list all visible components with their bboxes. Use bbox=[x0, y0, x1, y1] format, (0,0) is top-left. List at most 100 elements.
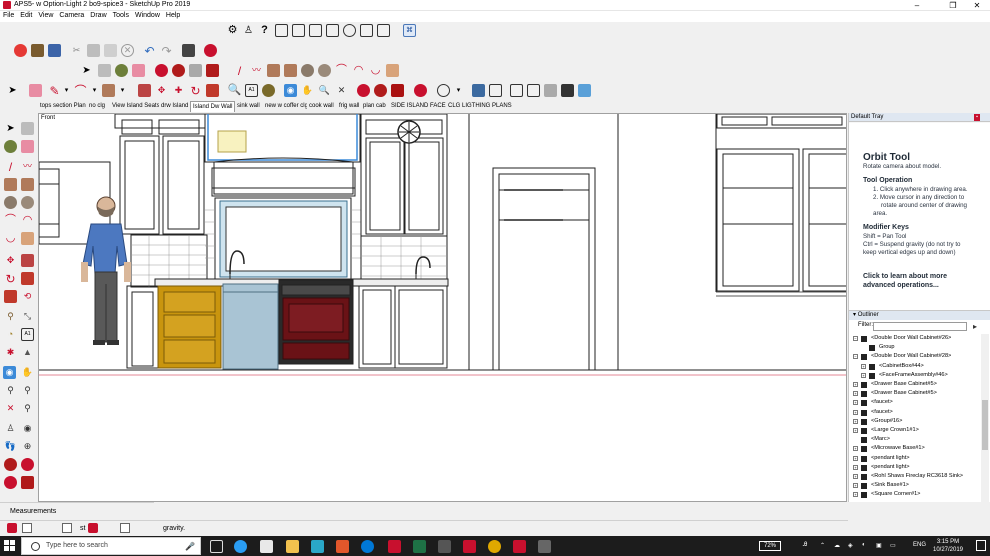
app-l-icon[interactable] bbox=[311, 540, 324, 553]
speaker-icon[interactable]: ▣ bbox=[876, 542, 882, 549]
2pt-arc-icon[interactable]: ◠ bbox=[352, 64, 365, 77]
circle-icon[interactable] bbox=[301, 64, 314, 77]
app-orange-icon[interactable] bbox=[336, 540, 349, 553]
rotated-rectangle-icon[interactable] bbox=[21, 178, 34, 191]
tape-measure-icon[interactable]: ⚲ bbox=[4, 310, 17, 323]
model-info-icon[interactable] bbox=[204, 44, 217, 57]
excel-icon[interactable] bbox=[413, 540, 426, 553]
battery-indicator[interactable]: 72% bbox=[759, 541, 781, 551]
outliner-options-icon[interactable]: ▸ bbox=[973, 322, 977, 331]
axes-icon[interactable]: ✱ bbox=[4, 346, 17, 359]
windows-start-icon[interactable] bbox=[4, 540, 15, 551]
select-icon[interactable]: ➤ bbox=[6, 84, 19, 97]
tab-scene-10[interactable]: plan cab bbox=[361, 101, 388, 112]
gear-icon[interactable]: ⚙ bbox=[226, 24, 239, 37]
push-pull-icon[interactable] bbox=[21, 254, 34, 267]
warehouse-icon[interactable] bbox=[414, 84, 427, 97]
outliner-header[interactable]: ▾ Outliner bbox=[849, 311, 990, 320]
task-view-icon[interactable] bbox=[210, 540, 223, 553]
ruby-icon-2[interactable] bbox=[172, 64, 185, 77]
3pt-arc-icon[interactable]: ◡ bbox=[4, 232, 17, 245]
expand-toggle-icon[interactable]: + bbox=[853, 474, 858, 479]
tab-scene-7[interactable]: new w coffer clg bbox=[263, 101, 310, 112]
expand-toggle-icon[interactable]: + bbox=[853, 446, 858, 452]
people-icon[interactable]: Ꭿ bbox=[803, 542, 807, 549]
pan-icon[interactable]: ✋ bbox=[21, 366, 34, 379]
expand-toggle-icon[interactable]: + bbox=[853, 464, 858, 470]
expand-toggle-icon[interactable]: + bbox=[853, 483, 858, 489]
expand-toggle-icon[interactable]: + bbox=[853, 409, 858, 415]
pan-icon[interactable]: ✋ bbox=[301, 84, 314, 97]
zoom-icon[interactable]: 🔍 bbox=[318, 84, 331, 97]
notifications-icon[interactable] bbox=[976, 540, 986, 551]
text-tool-icon[interactable]: A1 bbox=[245, 84, 258, 97]
tab-scene-9[interactable]: frig wall bbox=[337, 101, 362, 112]
section-plane-icon[interactable]: ⊕ bbox=[21, 440, 34, 453]
ruby-icon-4[interactable] bbox=[206, 64, 219, 77]
xray-style-icon[interactable] bbox=[472, 84, 485, 97]
walk-icon[interactable]: 👣 bbox=[4, 440, 17, 453]
extension-warehouse-icon[interactable]: ⌘ bbox=[403, 24, 416, 37]
scrollbar-thumb[interactable] bbox=[982, 400, 988, 450]
tape-measure-icon[interactable]: 🔍 bbox=[228, 84, 242, 97]
zoom-icon[interactable]: ⚲ bbox=[4, 384, 17, 397]
dimension-icon[interactable]: ⤡ bbox=[21, 310, 34, 323]
expand-toggle-icon[interactable]: + bbox=[861, 372, 866, 378]
edge-icon[interactable] bbox=[361, 540, 374, 553]
shape-tool-icon[interactable] bbox=[102, 84, 115, 97]
ruby-icon-3[interactable] bbox=[4, 476, 17, 489]
expand-toggle-icon[interactable]: + bbox=[853, 418, 858, 424]
arc-icon[interactable]: ⌒ bbox=[4, 214, 17, 227]
print-icon[interactable] bbox=[182, 44, 195, 57]
drawing-area[interactable]: Front bbox=[38, 113, 847, 502]
arc-icon[interactable]: ⌒ bbox=[335, 64, 348, 77]
redo-icon[interactable]: ↷ bbox=[160, 44, 173, 57]
previous-icon[interactable]: ⚲ bbox=[21, 402, 34, 415]
user-icon[interactable]: ♙ bbox=[242, 24, 255, 37]
make-component-icon[interactable] bbox=[21, 122, 34, 135]
expand-toggle-icon[interactable]: + bbox=[853, 455, 858, 461]
paint-tool-icon[interactable] bbox=[262, 84, 275, 97]
open-file-icon[interactable] bbox=[31, 44, 44, 57]
measurements-value[interactable] bbox=[154, 502, 848, 520]
menu-help[interactable]: Help bbox=[163, 11, 183, 20]
expand-toggle-icon[interactable]: − bbox=[853, 354, 858, 360]
select-arrow-icon[interactable]: ➤ bbox=[80, 64, 93, 77]
arc-tool-icon[interactable]: ⌒ bbox=[74, 84, 87, 97]
look-around-icon[interactable]: ◉ bbox=[21, 422, 34, 435]
taskbar-search[interactable]: Type here to search 🎤 bbox=[21, 537, 201, 555]
rectangle-icon[interactable] bbox=[4, 178, 17, 191]
paint-bucket-icon[interactable] bbox=[115, 64, 128, 77]
ruby-icon-1[interactable] bbox=[155, 64, 168, 77]
photos-icon[interactable] bbox=[538, 540, 551, 553]
tab-scene-2[interactable]: no clg bbox=[87, 101, 108, 112]
xray-icon[interactable] bbox=[377, 24, 390, 37]
menu-camera[interactable]: Camera bbox=[56, 11, 87, 20]
copy-icon[interactable] bbox=[87, 44, 100, 57]
zoom-extents-icon[interactable]: ✕ bbox=[4, 402, 17, 415]
menu-view[interactable]: View bbox=[35, 11, 56, 20]
display-icon[interactable] bbox=[437, 84, 450, 97]
cloud-icon[interactable]: ☁ bbox=[834, 542, 840, 549]
monochrome-icon[interactable] bbox=[578, 84, 591, 97]
scale-icon[interactable] bbox=[206, 84, 219, 97]
line-icon[interactable]: / bbox=[4, 160, 17, 173]
2pt-arc-icon[interactable]: ◠ bbox=[21, 214, 34, 227]
shaded-icon[interactable] bbox=[544, 84, 557, 97]
chevron-down-icon[interactable]: ▾ bbox=[116, 84, 129, 97]
filter-input[interactable] bbox=[873, 322, 967, 331]
chevron-down-icon[interactable]: ▾ bbox=[60, 84, 73, 97]
freehand-icon[interactable]: 〰 bbox=[250, 64, 263, 77]
iso-view-icon[interactable] bbox=[275, 24, 288, 37]
left-view-icon[interactable] bbox=[360, 24, 373, 37]
sketchup-taskbar-icon[interactable] bbox=[388, 540, 401, 553]
expand-toggle-icon[interactable]: + bbox=[853, 382, 858, 387]
wireframe-icon[interactable] bbox=[510, 84, 523, 97]
paste-icon[interactable] bbox=[104, 44, 117, 57]
eraser-tool-icon[interactable] bbox=[29, 84, 42, 97]
rotate-icon[interactable]: ↻ bbox=[189, 84, 202, 97]
position-camera-icon[interactable]: ♙ bbox=[4, 422, 17, 435]
ruby-tool-1-icon[interactable] bbox=[357, 84, 370, 97]
user-icon[interactable] bbox=[62, 523, 72, 533]
credits-icon[interactable] bbox=[22, 523, 32, 533]
